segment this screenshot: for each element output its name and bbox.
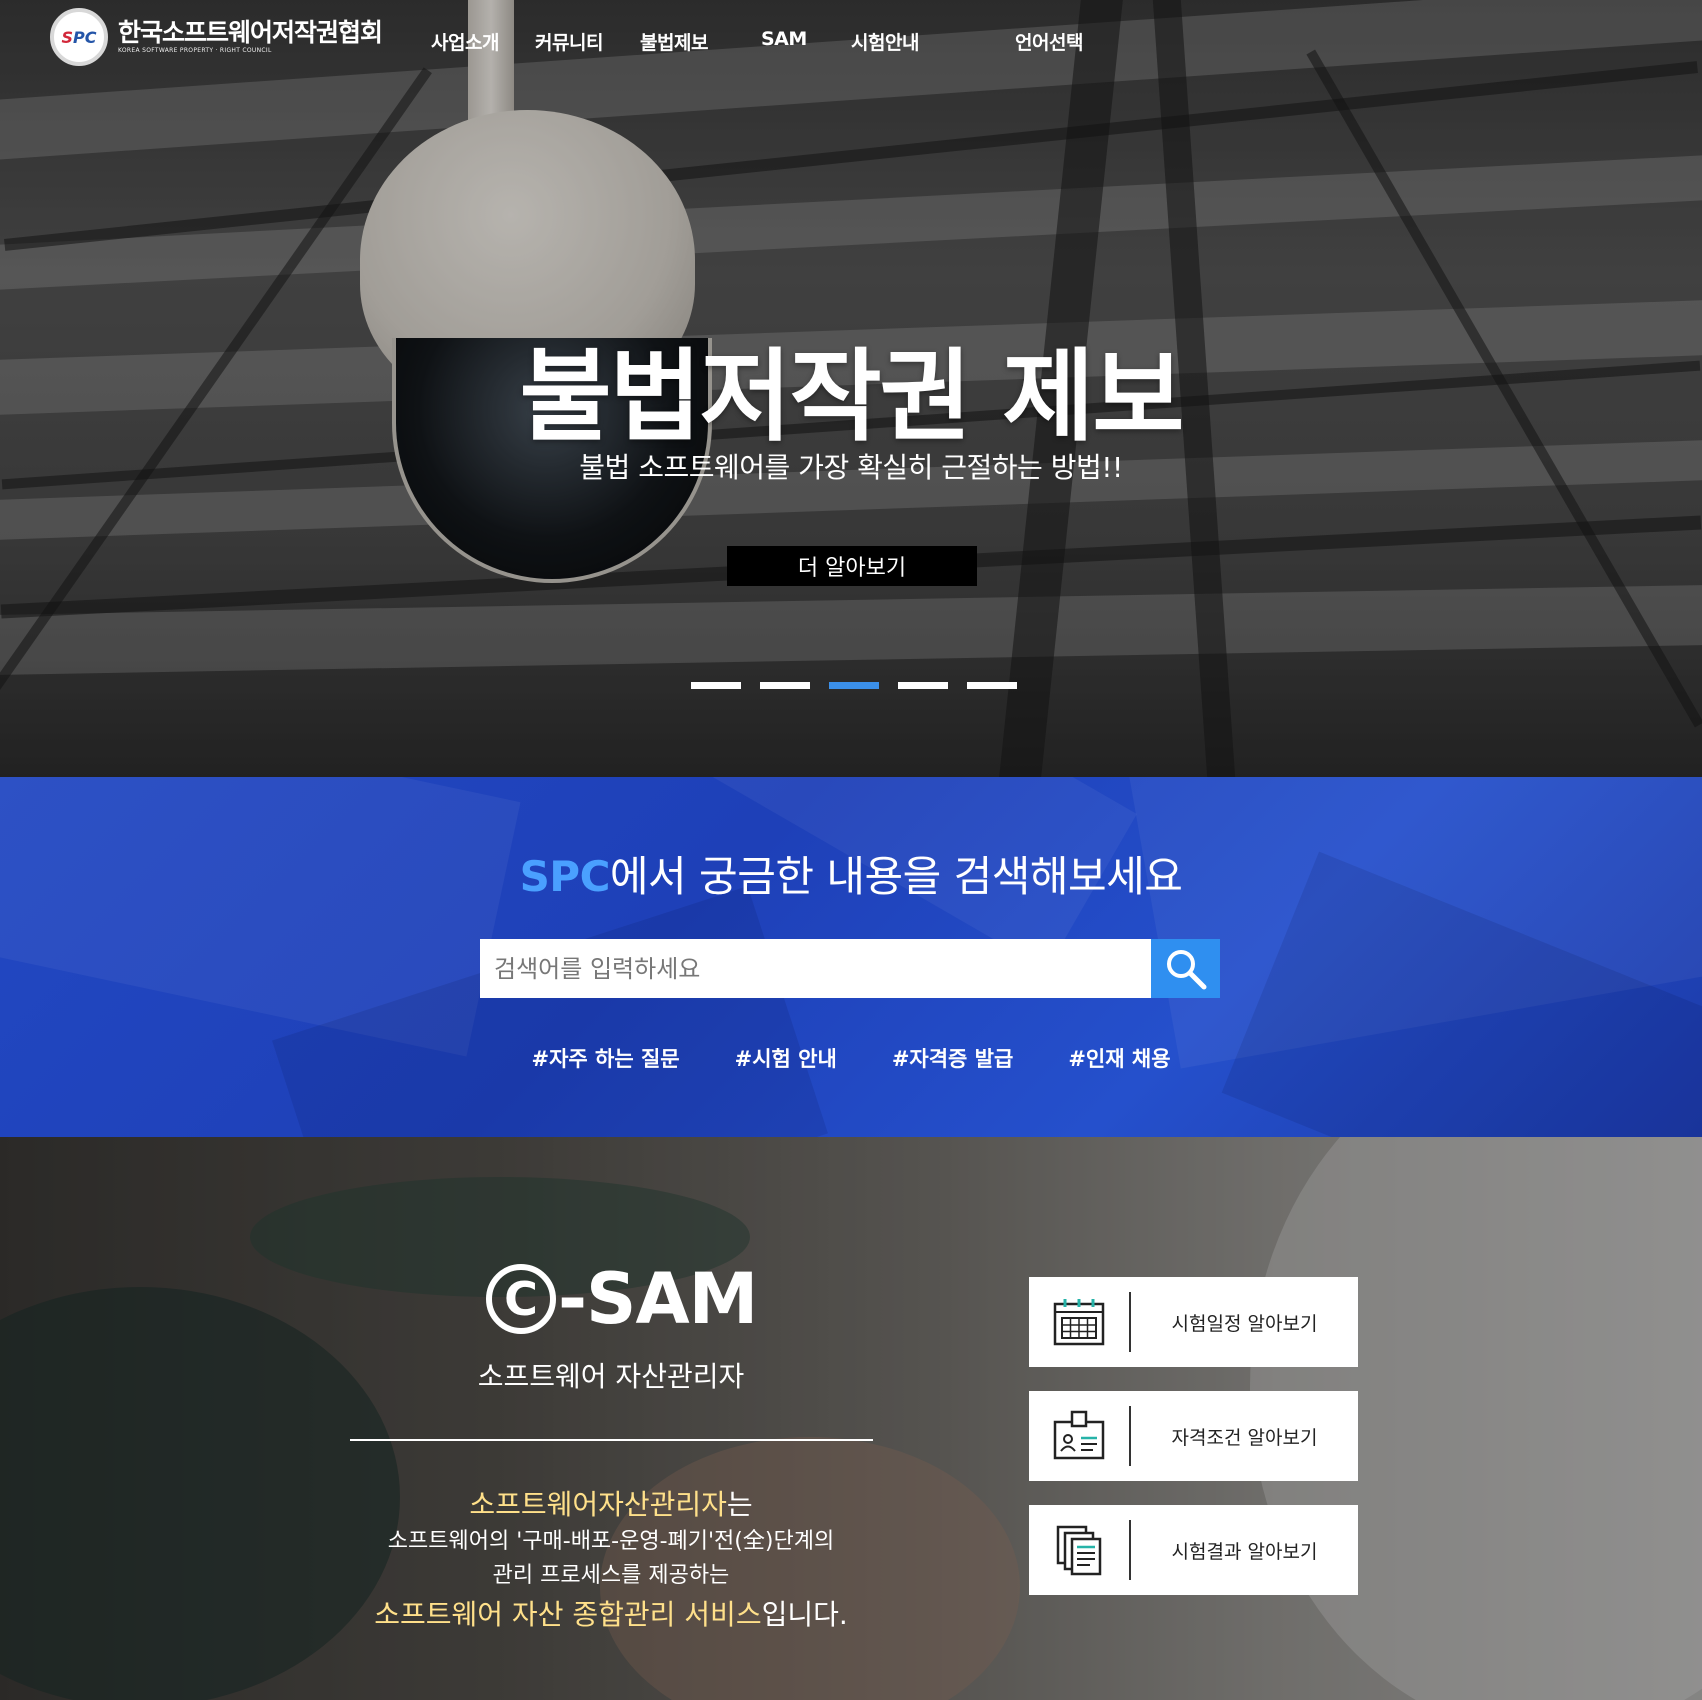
csam-logo-word: -SAM — [558, 1258, 758, 1340]
menu-exam-guide[interactable]: 시험안내 — [851, 28, 919, 55]
menu-community[interactable]: 커뮤니티 — [535, 28, 603, 55]
qualification-label: 자격조건 알아보기 — [1171, 1426, 1318, 1449]
menu-business-intro[interactable]: 사업소개 — [431, 28, 499, 55]
csam-section: C -SAM 소프트웨어 자산관리자 소프트웨어자산관리자는 소프트웨어의 '구… — [0, 1137, 1702, 1700]
top-navigation: S PC 한국소프트웨어저작권협회 KOREA SOFTWARE PROPERTY… — [0, 0, 1702, 80]
menu-sam[interactable]: SAM — [761, 28, 807, 50]
exam-result-label: 시험결과 알아보기 — [1171, 1540, 1318, 1563]
site-logo[interactable]: S PC 한국소프트웨어저작권협회 KOREA SOFTWARE PROPERTY… — [50, 8, 383, 66]
tag-certificate-issue[interactable]: #자격증 발급 — [892, 1043, 1014, 1073]
search-section: SPC에서 궁금한 내용을 검색해보세요 #자주 하는 질문 #시험 안내 #자… — [0, 777, 1702, 1137]
slide-dot-3[interactable] — [829, 682, 879, 689]
exam-result-card[interactable]: 시험결과 알아보기 — [1029, 1505, 1358, 1595]
exam-schedule-card[interactable]: 시험일정 알아보기 — [1029, 1277, 1358, 1367]
search-heading: SPC에서 궁금한 내용을 검색해보세요 — [519, 852, 1183, 901]
documents-icon — [1056, 1525, 1102, 1576]
slide-dot-2[interactable] — [760, 682, 810, 689]
slide-dot-5[interactable] — [967, 682, 1017, 689]
search-button[interactable] — [1151, 939, 1220, 998]
hero-title: 불법저작권 제보 — [519, 338, 1185, 455]
tag-faq[interactable]: #자주 하는 질문 — [531, 1043, 679, 1073]
calendar-icon — [1053, 1299, 1105, 1346]
hero-banner: S PC 한국소프트웨어저작권협회 KOREA SOFTWARE PROPERTY… — [0, 0, 1702, 777]
search-input[interactable] — [480, 939, 1151, 998]
slider-pagination — [691, 682, 1017, 689]
exam-schedule-label: 시험일정 알아보기 — [1171, 1312, 1318, 1335]
id-card-icon — [1053, 1410, 1105, 1460]
hero-subtitle: 불법 소프트웨어를 가장 확실히 근절하는 방법!! — [579, 451, 1123, 484]
learn-more-button[interactable]: 더 알아보기 — [727, 546, 977, 586]
spc-emblem-icon: S PC — [50, 8, 108, 66]
csam-divider — [350, 1439, 873, 1441]
csam-logo: C -SAM — [486, 1258, 758, 1340]
search-bar — [480, 939, 1220, 998]
slide-dot-4[interactable] — [898, 682, 948, 689]
search-tag-list: #자주 하는 질문 #시험 안내 #자격증 발급 #인재 채용 — [0, 1043, 1702, 1073]
qualification-card[interactable]: 자격조건 알아보기 — [1029, 1391, 1358, 1481]
logo-subtitle: KOREA SOFTWARE PROPERTY · RIGHT COUNCIL — [118, 47, 272, 54]
logo-title: 한국소프트웨어저작권협회 — [118, 18, 383, 47]
menu-illegal-report[interactable]: 불법제보 — [640, 28, 708, 55]
search-icon — [1166, 949, 1206, 989]
tag-recruitment[interactable]: #인재 채용 — [1068, 1043, 1170, 1073]
slide-dot-1[interactable] — [691, 682, 741, 689]
copyright-c-icon: C — [486, 1264, 556, 1334]
tag-exam-guide[interactable]: #시험 안내 — [735, 1043, 837, 1073]
menu-language-select[interactable]: 언어선택 — [1015, 28, 1083, 55]
